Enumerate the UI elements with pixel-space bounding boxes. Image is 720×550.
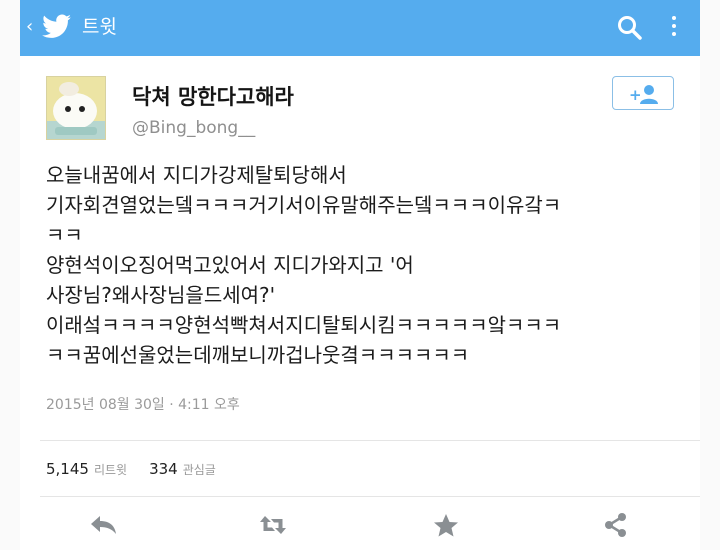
right-frame xyxy=(700,0,720,550)
overflow-menu-icon[interactable] xyxy=(668,12,680,44)
tweet-detail: 닥쳐 망한다고해라 @Bing_bong__ + 오늘내꿈에서 지디가강제탈퇴당… xyxy=(20,56,700,550)
likes-stat[interactable]: 334 관심글 xyxy=(149,460,216,478)
user-handle[interactable]: @Bing_bong__ xyxy=(132,118,255,138)
tweet-line: 사장님?왜사장님을드세여?' xyxy=(46,283,276,307)
star-icon[interactable] xyxy=(430,512,462,538)
tweet-line: 양현석이오징어먹고있어서 지디가와지고 '어 xyxy=(46,253,414,277)
back-arrow-icon[interactable]: ‹ xyxy=(26,16,33,38)
reply-icon[interactable] xyxy=(88,512,120,538)
follow-button[interactable]: + xyxy=(612,76,674,110)
divider xyxy=(40,440,700,441)
tweet-line: 오늘내꿈에서 지디가강제탈퇴당해서 xyxy=(46,163,347,187)
tweet-stats: 5,145 리트윗 334 관심글 xyxy=(46,458,216,481)
retweets-label: 리트윗 xyxy=(93,463,128,477)
likes-count: 334 xyxy=(149,460,178,478)
avatar-image xyxy=(47,77,105,139)
follow-user-icon: + xyxy=(629,85,658,104)
tweet-timestamp: 2015년 08월 30일 · 4:11 오후 xyxy=(46,397,240,413)
svg-text:+: + xyxy=(629,86,642,104)
avatar[interactable] xyxy=(46,76,106,140)
tweet-line: ㅋㅋ xyxy=(46,223,83,247)
retweets-count: 5,145 xyxy=(46,460,89,478)
left-frame xyxy=(0,0,20,550)
tweet-line: 이래섴ㅋㅋㅋㅋ양현석빡쳐서지디탈퇴시킴ㅋㅋㅋㅋㅋ앜ㅋㅋㅋ xyxy=(46,313,562,337)
tweet-line: ㅋㅋ꿈에선울었는데깨보니까겁나웃곀ㅋㅋㅋㅋㅋㅋ xyxy=(46,343,470,367)
tweet-line: 기자회견열었는뎈ㅋㅋㅋ거기서이유말해주는뎈ㅋㅋㅋ이유갘ㅋ xyxy=(46,193,562,217)
app-bar: ‹ 트윗 xyxy=(20,0,700,56)
twitter-bird-icon[interactable] xyxy=(42,14,72,40)
share-icon[interactable] xyxy=(600,512,632,538)
retweet-icon[interactable] xyxy=(257,512,289,538)
likes-label: 관심글 xyxy=(182,463,216,477)
retweets-stat[interactable]: 5,145 리트윗 xyxy=(46,460,127,478)
divider xyxy=(40,496,700,497)
display-name[interactable]: 닥쳐 망한다고해라 xyxy=(132,84,294,110)
tweet-text: 오늘내꿈에서 지디가강제탈퇴당해서 기자회견열었는뎈ㅋㅋㅋ거기서이유말해주는뎈ㅋ… xyxy=(46,160,686,370)
screen-title: 트윗 xyxy=(82,16,117,38)
search-icon[interactable] xyxy=(616,14,644,42)
